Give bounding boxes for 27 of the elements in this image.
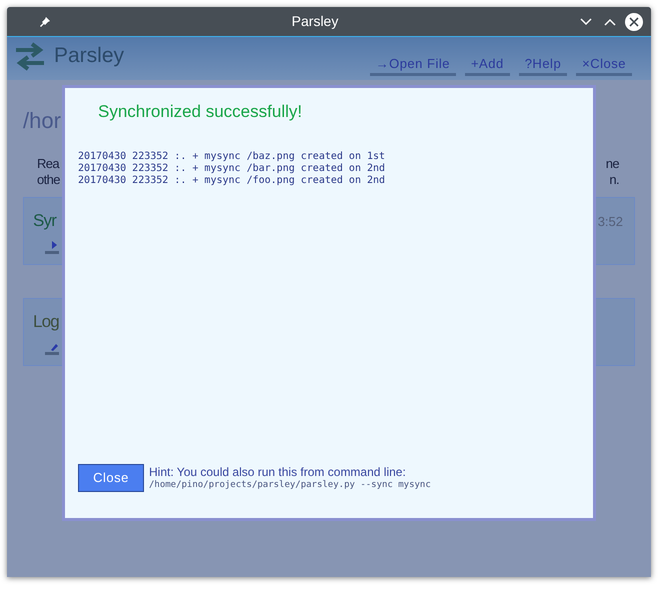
header-button[interactable]: +Add (464, 55, 510, 76)
path-heading: /hor (23, 107, 61, 130)
window-title: Parsley (292, 12, 338, 31)
header-button[interactable]: ×Close (576, 55, 632, 76)
dialog-title: Synchronized successfully! (98, 101, 304, 123)
description-text: othe (37, 172, 60, 188)
minimize-icon[interactable] (579, 16, 593, 26)
swap-arrows-icon (14, 41, 46, 71)
close-button[interactable]: Close (78, 464, 144, 492)
section-title: Log (33, 311, 59, 333)
section-title: Syr (33, 210, 58, 232)
close-icon[interactable] (625, 12, 643, 30)
header-button[interactable]: →Open File (370, 55, 456, 76)
log-line: 20170430 223352 :. + mysync /foo.png created on 2nd (78, 174, 386, 186)
description-text: ne (606, 156, 619, 172)
section-time: 3:52 (598, 213, 623, 231)
description-text: n. (609, 172, 619, 188)
command-text: /home/pino/projects/parsley/parsley.py --sync mysync (149, 478, 431, 490)
log-line: 20170430 223352 :. + mysync /bar.png created on 2nd (78, 162, 386, 174)
app-title: Parsley (54, 43, 124, 69)
pin-icon[interactable] (39, 16, 51, 28)
hint-text: Hint: You could also run this from command line: (149, 466, 407, 478)
maximize-icon[interactable] (603, 16, 617, 26)
play-button-icon[interactable] (45, 240, 59, 254)
description-text: Rea (37, 156, 60, 172)
log-line: 20170430 223352 :. + mysync /baz.png created on 1st (78, 150, 386, 162)
header-button[interactable]: ?Help (518, 55, 568, 76)
